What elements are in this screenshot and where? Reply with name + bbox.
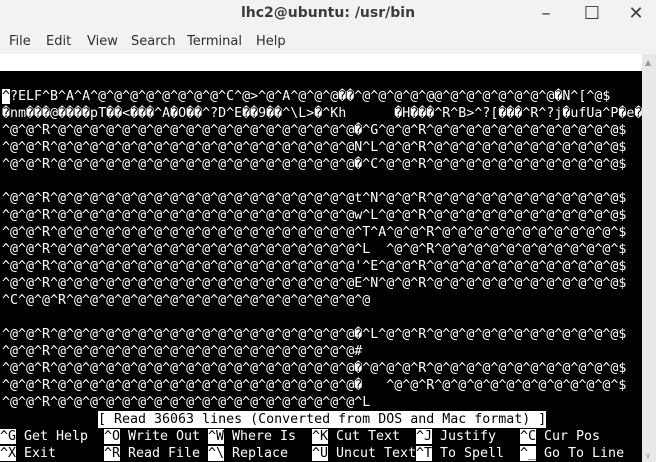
minimize-button[interactable]: – (532, 2, 560, 26)
scrollbar[interactable]: ▲ ∨ (642, 54, 656, 462)
menu-bar: File Edit View Search Terminal Help (0, 28, 656, 54)
line-text: ^@^@^R^@^@^@^@^@^@^@^@^@^@^@^@^@^@^@^@^@… (2, 208, 627, 223)
line-text: ^@^@^R^@^@^@^@^@^@^@^@^@^@^@^@^@^@^@^@^@… (2, 242, 627, 257)
shortcut-item[interactable]: ^T To Spell (416, 445, 504, 462)
menu-help[interactable]: Help (256, 34, 286, 49)
shortcut-item[interactable]: ^U Uncut Text (312, 445, 416, 462)
text-line: ^@^@^R^@^@^@^@^@^@^@^@^@^@^@^@^@^@^@^@^@… (2, 377, 626, 394)
text-line: ^@^@^R^@^@^@^@^@^@^@^@^@^@^@^@^@^@^@^@^@… (2, 139, 626, 156)
shortcut-item[interactable]: ^R Read File (104, 445, 200, 462)
line-text: ^@^@^R^@^@^@^@^@^@^@^@^@^@^@^@^@^@^@^@^@… (2, 259, 627, 274)
shortcut-key: ^R (104, 446, 121, 461)
shortcut-key: ^J (416, 429, 433, 444)
window-titlebar: lhc2@ubuntu: /usr/bin – ☐ ✕ (0, 0, 656, 28)
text-line: ^@^@^R^@^@^@^@^@^@^@^@^@^@^@^@^@^@^@^@^@… (2, 224, 626, 241)
line-text: ^@^@^R^@^@^@^@^@^@^@^@^@^@^@^@^@^@^@^@^@… (2, 225, 627, 240)
line-text: ^@^@^R^@^@^@^@^@^@^@^@^@^@^@^@^@^@^@^@^@… (2, 191, 627, 206)
shortcut-item[interactable]: ^\ Replace (208, 445, 288, 462)
line-text: �nm���@����pT��<���^A�O��^?D^E��9��^\L>�… (2, 106, 642, 121)
menu-file[interactable]: File (9, 34, 31, 49)
shortcut-key: ^O (104, 429, 121, 444)
shortcut-item[interactable]: ^O Write Out (104, 428, 200, 445)
text-line: ^@^@^R^@^@^@^@^@^@^@^@^@^@^@^@^@^@^@^@^@… (2, 326, 626, 343)
text-line: ^@^@^R^@^@^@^@^@^@^@^@^@^@^@^@^@^@^@^@^@… (2, 394, 370, 411)
line-text: ^@^@^R^@^@^@^@^@^@^@^@^@^@^@^@^@^@^@^@^@… (2, 378, 627, 393)
shortcut-label: Read File (128, 446, 201, 461)
shortcut-item[interactable]: ^J Justify (416, 428, 496, 445)
shortcut-key: ^_ (520, 446, 537, 461)
shortcut-item[interactable]: ^_ Go To Line (520, 445, 624, 462)
maximize-button[interactable]: ☐ (578, 2, 606, 26)
shortcut-label: Exit (24, 446, 57, 461)
text-line: ^@^@^R^@^@^@^@^@^@^@^@^@^@^@^@^@^@^@^@^@… (2, 207, 626, 224)
line-text: ^@^@^R^@^@^@^@^@^@^@^@^@^@^@^@^@^@^@^@^@… (2, 344, 363, 359)
nano-header: GNU nano 3.2 ld (0, 54, 642, 104)
shortcut-label: Get Help (24, 429, 89, 444)
menu-search[interactable]: Search (131, 34, 176, 49)
shortcut-key: ^W (208, 429, 225, 444)
text-line: ^@^@^R^@^@^@^@^@^@^@^@^@^@^@^@^@^@^@^@^@… (2, 360, 626, 377)
text-line: ^C^@^@^R^@^@^@^@^@^@^@^@^@^@^@^@^@^@^@^@… (2, 292, 370, 309)
close-button[interactable]: ✕ (622, 2, 650, 26)
text-line: ^@^@^R^@^@^@^@^@^@^@^@^@^@^@^@^@^@^@^@^@… (2, 275, 626, 292)
shortcut-item[interactable]: ^C Cur Pos (520, 428, 600, 445)
shortcut-label: Replace (232, 446, 289, 461)
shortcut-label: Uncut Text (336, 446, 417, 461)
status-message: [ Read 36063 lines (Converted from DOS a… (98, 411, 547, 428)
shortcut-key: ^T (416, 446, 433, 461)
line-text: ^@^@^R^@^@^@^@^@^@^@^@^@^@^@^@^@^@^@^@^@… (2, 276, 627, 291)
shortcut-label: Cur Pos (544, 429, 601, 444)
text-line: ^@^@^R^@^@^@^@^@^@^@^@^@^@^@^@^@^@^@^@^@… (2, 258, 626, 275)
shortcut-label: Justify (440, 429, 497, 444)
line-text: ?ELF^B^A^A^@^@^@^@^@^@^@^@^C^@>^@^A^@^@^… (10, 89, 611, 104)
shortcut-key: ^X (0, 446, 17, 461)
line-text: ^@^@^R^@^@^@^@^@^@^@^@^@^@^@^@^@^@^@^@^@… (2, 123, 627, 138)
shortcut-item[interactable]: ^K Cut Text (312, 428, 400, 445)
shortcut-key: ^U (312, 446, 329, 461)
shortcut-item[interactable]: ^W Where Is (208, 428, 296, 445)
text-cursor: ^ (2, 89, 11, 104)
menu-terminal[interactable]: Terminal (187, 34, 242, 49)
shortcut-key: ^C (520, 429, 537, 444)
text-line: ^@^@^R^@^@^@^@^@^@^@^@^@^@^@^@^@^@^@^@^@… (2, 343, 362, 360)
line-text: ^@^@^R^@^@^@^@^@^@^@^@^@^@^@^@^@^@^@^@^@… (2, 140, 627, 155)
shortcut-item[interactable]: ^G Get Help (0, 428, 88, 445)
line-text: ^@^@^R^@^@^@^@^@^@^@^@^@^@^@^@^@^@^@^@^@… (2, 157, 627, 172)
text-line: ^@^@^R^@^@^@^@^@^@^@^@^@^@^@^@^@^@^@^@^@… (2, 241, 626, 258)
shortcut-key: ^K (312, 429, 329, 444)
scroll-up-icon[interactable]: ▲ (645, 58, 651, 67)
shortcut-key: ^\ (208, 446, 225, 461)
line-text: ^@^@^R^@^@^@^@^@^@^@^@^@^@^@^@^@^@^@^@^@… (2, 327, 627, 342)
shortcut-label: To Spell (440, 446, 505, 461)
shortcut-label: Where Is (232, 429, 297, 444)
menu-view[interactable]: View (87, 34, 118, 49)
shortcut-label: Write Out (128, 429, 201, 444)
text-line: ^?ELF^B^A^A^@^@^@^@^@^@^@^@^C^@>^@^A^@^@… (2, 88, 610, 105)
shortcut-key: ^G (0, 429, 17, 444)
menu-edit[interactable]: Edit (46, 34, 71, 49)
shortcut-label: Cut Text (336, 429, 401, 444)
text-line: ^@^@^R^@^@^@^@^@^@^@^@^@^@^@^@^@^@^@^@^@… (2, 122, 626, 139)
nano-version: GNU nano 3.2 (18, 72, 115, 87)
line-text: ^@^@^R^@^@^@^@^@^@^@^@^@^@^@^@^@^@^@^@^@… (2, 361, 627, 376)
text-line: ^@^@^R^@^@^@^@^@^@^@^@^@^@^@^@^@^@^@^@^@… (2, 190, 626, 207)
terminal[interactable]: GNU nano 3.2 ld ^?ELF^B^A^A^@^@^@^@^@^@^… (0, 54, 642, 462)
scroll-down-icon[interactable]: ∨ (645, 451, 651, 460)
line-text: ^@^@^R^@^@^@^@^@^@^@^@^@^@^@^@^@^@^@^@^@… (2, 395, 371, 410)
shortcut-label: Go To Line (544, 446, 625, 461)
text-line: ^@^@^R^@^@^@^@^@^@^@^@^@^@^@^@^@^@^@^@^@… (2, 156, 626, 173)
shortcut-item[interactable]: ^X Exit (0, 445, 56, 462)
line-text: ^C^@^@^R^@^@^@^@^@^@^@^@^@^@^@^@^@^@^@^@… (2, 293, 371, 308)
text-line: �nm���@����pT��<���^A�O��^?D^E��9��^\L>�… (2, 105, 642, 122)
